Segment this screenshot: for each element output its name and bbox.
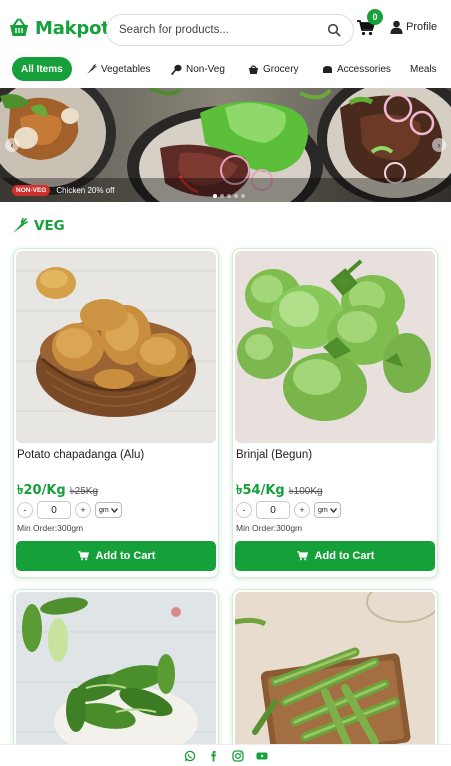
price-row: ৳20/Kg ৳25Kg: [17, 481, 98, 502]
increase-qty-button[interactable]: +: [75, 502, 91, 518]
banner-prev-button[interactable]: ‹: [5, 138, 19, 152]
unit-value: gm: [99, 506, 109, 514]
product-image-pointed-gourd[interactable]: [16, 592, 216, 748]
banner-text: Chicken 20% off: [56, 186, 115, 195]
profile-link[interactable]: Profile: [390, 20, 437, 34]
pagination-dot[interactable]: [220, 194, 224, 198]
brand-name: Makpot: [35, 17, 110, 39]
section-title: VEG: [34, 218, 65, 234]
unit-select[interactable]: gm: [314, 502, 341, 518]
add-to-cart-label: Add to Cart: [314, 550, 375, 562]
decrease-qty-button[interactable]: -: [236, 502, 252, 518]
banner-pagination: [213, 194, 245, 198]
product-price: ৳54/Kg: [236, 483, 285, 498]
okra-image: [235, 592, 435, 748]
unit-select[interactable]: gm: [95, 502, 122, 518]
profile-label: Profile: [406, 21, 438, 33]
product-image-potato[interactable]: [16, 251, 216, 443]
add-to-cart-button[interactable]: Add to Cart: [16, 541, 216, 571]
pagination-dot[interactable]: [234, 194, 238, 198]
chevron-right-icon: ›: [437, 140, 441, 150]
unit-value: gm: [318, 506, 328, 514]
pagination-dot[interactable]: [227, 194, 231, 198]
category-grocery[interactable]: Grocery: [248, 57, 299, 81]
banner-next-button[interactable]: ›: [432, 138, 446, 152]
search-icon[interactable]: [327, 23, 341, 37]
category-all-items[interactable]: All Items: [12, 57, 72, 81]
section-heading-veg: VEG: [12, 218, 65, 234]
cart-count-badge: 0: [367, 9, 383, 25]
category-label: Accessories: [337, 63, 391, 75]
bread-icon: [323, 65, 332, 73]
quantity-stepper: - + gm: [236, 501, 341, 519]
chevron-down-icon: [110, 507, 118, 513]
product-name[interactable]: Brinjal (Begun): [236, 449, 312, 461]
quantity-input[interactable]: [256, 501, 290, 519]
add-to-cart-label: Add to Cart: [95, 550, 156, 562]
decrease-qty-button[interactable]: -: [17, 502, 33, 518]
facebook-icon[interactable]: [208, 750, 220, 762]
carrot-icon: [87, 63, 97, 74]
min-order-text: Min Order:300gm: [236, 523, 303, 533]
chevron-down-icon: [329, 507, 337, 513]
category-label: Non-Veg: [186, 63, 225, 75]
drumstick-icon: [171, 64, 182, 75]
banner-caption: NON-VEG Chicken 20% off: [12, 185, 114, 196]
youtube-icon[interactable]: [256, 750, 268, 762]
pointed-gourd-image: [16, 592, 216, 748]
min-order-text: Min Order:300gm: [17, 523, 84, 533]
banner-tag: NON-VEG: [12, 185, 51, 196]
quantity-input[interactable]: [37, 501, 71, 519]
chevron-left-icon: ‹: [10, 140, 14, 150]
product-name[interactable]: Potato chapadanga (Alu): [17, 449, 144, 461]
product-card: Brinjal (Begun) ৳54/Kg ৳100Kg - + gm Min…: [232, 248, 438, 578]
category-bar: All Items Vegetables Non-Veg Grocery Acc…: [0, 57, 451, 83]
promo-banner[interactable]: ‹ › NON-VEG Chicken 20% off: [0, 88, 451, 202]
product-card: [232, 589, 438, 749]
category-vegetables[interactable]: Vegetables: [86, 57, 151, 81]
instagram-icon[interactable]: [231, 749, 244, 762]
cart-icon: [77, 551, 89, 561]
whatsapp-icon[interactable]: [184, 750, 196, 762]
category-meals[interactable]: Meals: [410, 57, 437, 81]
pagination-dot[interactable]: [213, 194, 217, 198]
product-price: ৳20/Kg: [17, 483, 66, 498]
category-label: All Items: [21, 63, 63, 75]
category-label: Meals: [410, 63, 437, 75]
product-card: [13, 589, 219, 749]
potato-image: [16, 251, 216, 443]
brinjal-image: [235, 251, 435, 443]
user-icon: [390, 20, 403, 34]
category-non-veg[interactable]: Non-Veg: [171, 57, 225, 81]
price-row: ৳54/Kg ৳100Kg: [236, 481, 323, 502]
carrot-icon: [13, 218, 28, 233]
product-old-price: ৳25Kg: [69, 486, 99, 497]
category-label: Grocery: [263, 63, 299, 75]
product-card: Potato chapadanga (Alu) ৳20/Kg ৳25Kg - +…: [13, 248, 219, 578]
basket-icon: [249, 64, 258, 74]
increase-qty-button[interactable]: +: [294, 502, 310, 518]
add-to-cart-button[interactable]: Add to Cart: [235, 541, 435, 571]
search-input[interactable]: [119, 24, 319, 36]
cart-icon: [296, 551, 308, 561]
category-accessories[interactable]: Accessories: [322, 57, 391, 81]
logo[interactable]: Makpot: [8, 18, 110, 39]
product-image-okra[interactable]: [235, 592, 435, 748]
product-old-price: ৳100Kg: [288, 486, 323, 497]
basket-logo-icon: [10, 18, 28, 36]
product-image-brinjal[interactable]: [235, 251, 435, 443]
social-footer: [0, 744, 451, 766]
search-bar: [106, 14, 354, 46]
pagination-dot[interactable]: [241, 194, 245, 198]
category-label: Vegetables: [101, 63, 151, 75]
quantity-stepper: - + gm: [17, 501, 122, 519]
